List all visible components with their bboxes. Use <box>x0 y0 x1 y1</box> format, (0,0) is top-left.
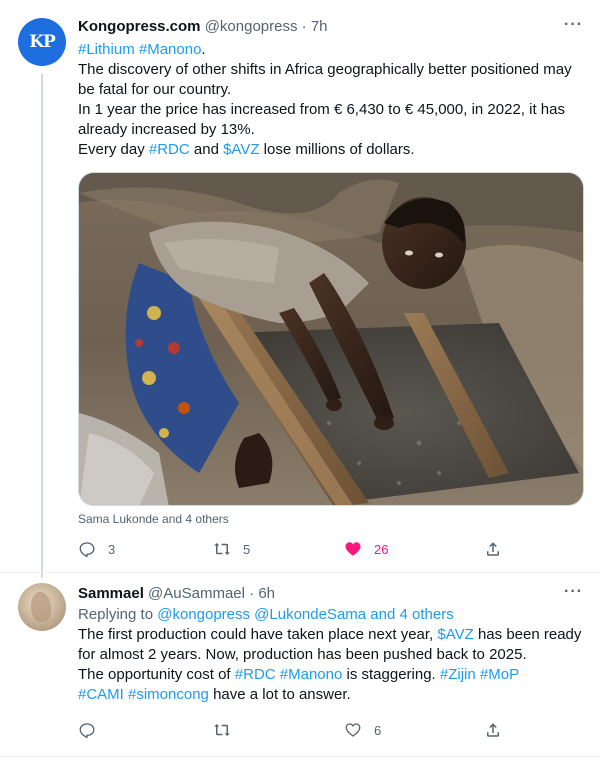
tweet-text-line: In 1 year the price has increased from €… <box>78 100 588 120</box>
tweet-text-line: #Lithium #Manono. <box>78 40 588 60</box>
retweet-button[interactable] <box>213 721 243 739</box>
share-button[interactable] <box>484 721 514 739</box>
timestamp[interactable]: 6h <box>258 585 275 602</box>
more-options-icon[interactable]: ··· <box>564 16 583 34</box>
tweet-text-line: already increased by 13%. <box>78 120 588 140</box>
text-run: The first production could have taken pl… <box>78 626 438 643</box>
like-count: 26 <box>374 541 389 557</box>
tweet-divider <box>0 756 600 757</box>
reply-button[interactable] <box>78 721 108 739</box>
text-run: In 1 year the price has increased from €… <box>78 101 565 118</box>
share-icon <box>487 542 499 556</box>
reply-button[interactable]: 3 <box>78 540 115 558</box>
tweet-text-line: Every day #RDC and $AVZ lose millions of… <box>78 140 588 160</box>
tweet-actions: 3 5 26 <box>78 540 538 560</box>
text-run: Every day <box>78 141 149 158</box>
hashtag-or-mention-link[interactable]: #CAMI #simoncong <box>78 686 209 703</box>
text-run: is staggering. <box>342 666 440 683</box>
text-run: lose millions of dollars. <box>259 141 415 158</box>
tweet-header: Sammael @AuSammael · 6h <box>78 585 275 602</box>
heart-filled-icon <box>345 542 361 556</box>
retweet-icon <box>214 543 230 555</box>
retweet-button[interactable]: 5 <box>213 540 250 558</box>
text-run: . <box>201 41 206 58</box>
avatar-sammael[interactable] <box>18 583 66 631</box>
text-run: and <box>189 141 224 158</box>
author-handle[interactable]: @kongopress <box>205 18 298 35</box>
avatar-kongopress[interactable]: KP <box>18 18 66 66</box>
hashtag-or-mention-link[interactable]: $AVZ <box>437 626 473 643</box>
author-name[interactable]: Sammael <box>78 585 144 602</box>
share-button[interactable] <box>484 540 514 558</box>
tweet-text-line: be fatal for our country. <box>78 80 588 100</box>
hashtag-or-mention-link[interactable]: #Zijin #MoP <box>440 666 519 683</box>
hashtag-or-mention-link[interactable]: @kongopress @LukondeSama and 4 others <box>157 606 453 623</box>
retweet-count: 5 <box>243 541 251 557</box>
text-run: have a lot to answer. <box>208 686 351 703</box>
text-run: already increased by 13%. <box>78 121 255 138</box>
tweet-text-line: for almost 2 years. Now, production has … <box>78 645 588 665</box>
text-run: for almost 2 years. Now, production has … <box>78 646 527 663</box>
photo-child-sifting-stones <box>79 173 583 505</box>
tweet-text-line: #CAMI #simoncong have a lot to answer. <box>78 685 588 705</box>
like-count: 6 <box>374 722 382 738</box>
tweet-actions: 6 <box>78 721 538 741</box>
text-run: The discovery of other shifts in Africa … <box>78 61 572 78</box>
tagged-users-label[interactable]: Sama Lukonde and 4 others <box>78 512 229 526</box>
separator-dot: · <box>249 585 255 602</box>
replying-to-label: Replying to <box>78 606 158 623</box>
text-run: The opportunity cost of <box>78 666 235 683</box>
tweet-sammael[interactable]: Sammael @AuSammael · 6h ··· Replying to … <box>0 573 600 757</box>
tweet-text-line: Replying to @kongopress @LukondeSama and… <box>78 605 588 625</box>
tweet-text: Replying to @kongopress @LukondeSama and… <box>78 605 588 705</box>
tweet-text: #Lithium #Manono. The discovery of other … <box>78 40 588 160</box>
tweet-text-line: The opportunity cost of #RDC #Manono is … <box>78 665 588 685</box>
heart-icon <box>345 723 361 737</box>
tweet-text-line: The first production could have taken pl… <box>78 625 588 645</box>
tweet-text-line: The discovery of other shifts in Africa … <box>78 60 588 80</box>
like-button[interactable]: 6 <box>344 721 381 739</box>
hashtag-or-mention-link[interactable]: $AVZ <box>223 141 259 158</box>
tweet-header: Kongopress.com @kongopress · 7h <box>78 18 328 35</box>
hashtag-or-mention-link[interactable]: #RDC <box>149 141 190 158</box>
like-button[interactable]: 26 <box>344 540 388 558</box>
text-run: has been ready <box>473 626 582 643</box>
avatar-logo-text: KP <box>29 32 56 52</box>
share-icon <box>487 723 499 737</box>
tweet-photo[interactable] <box>78 172 584 506</box>
text-run: be fatal for our country. <box>78 81 232 98</box>
retweet-icon <box>214 724 230 736</box>
timestamp[interactable]: 7h <box>311 18 328 35</box>
hashtag-or-mention-link[interactable]: #Lithium #Manono <box>78 41 201 58</box>
reply-count: 3 <box>108 541 116 557</box>
more-options-icon[interactable]: ··· <box>564 583 583 601</box>
author-name[interactable]: Kongopress.com <box>78 18 201 35</box>
separator-dot: · <box>301 18 307 35</box>
reply-icon <box>79 542 95 558</box>
tweet-kongopress[interactable]: KP Kongopress.com @kongopress · 7h ··· #… <box>0 0 600 578</box>
reply-icon <box>79 723 95 739</box>
hashtag-or-mention-link[interactable]: #RDC #Manono <box>235 666 343 683</box>
avatar-figure <box>31 592 51 622</box>
author-handle[interactable]: @AuSammael <box>148 585 245 602</box>
